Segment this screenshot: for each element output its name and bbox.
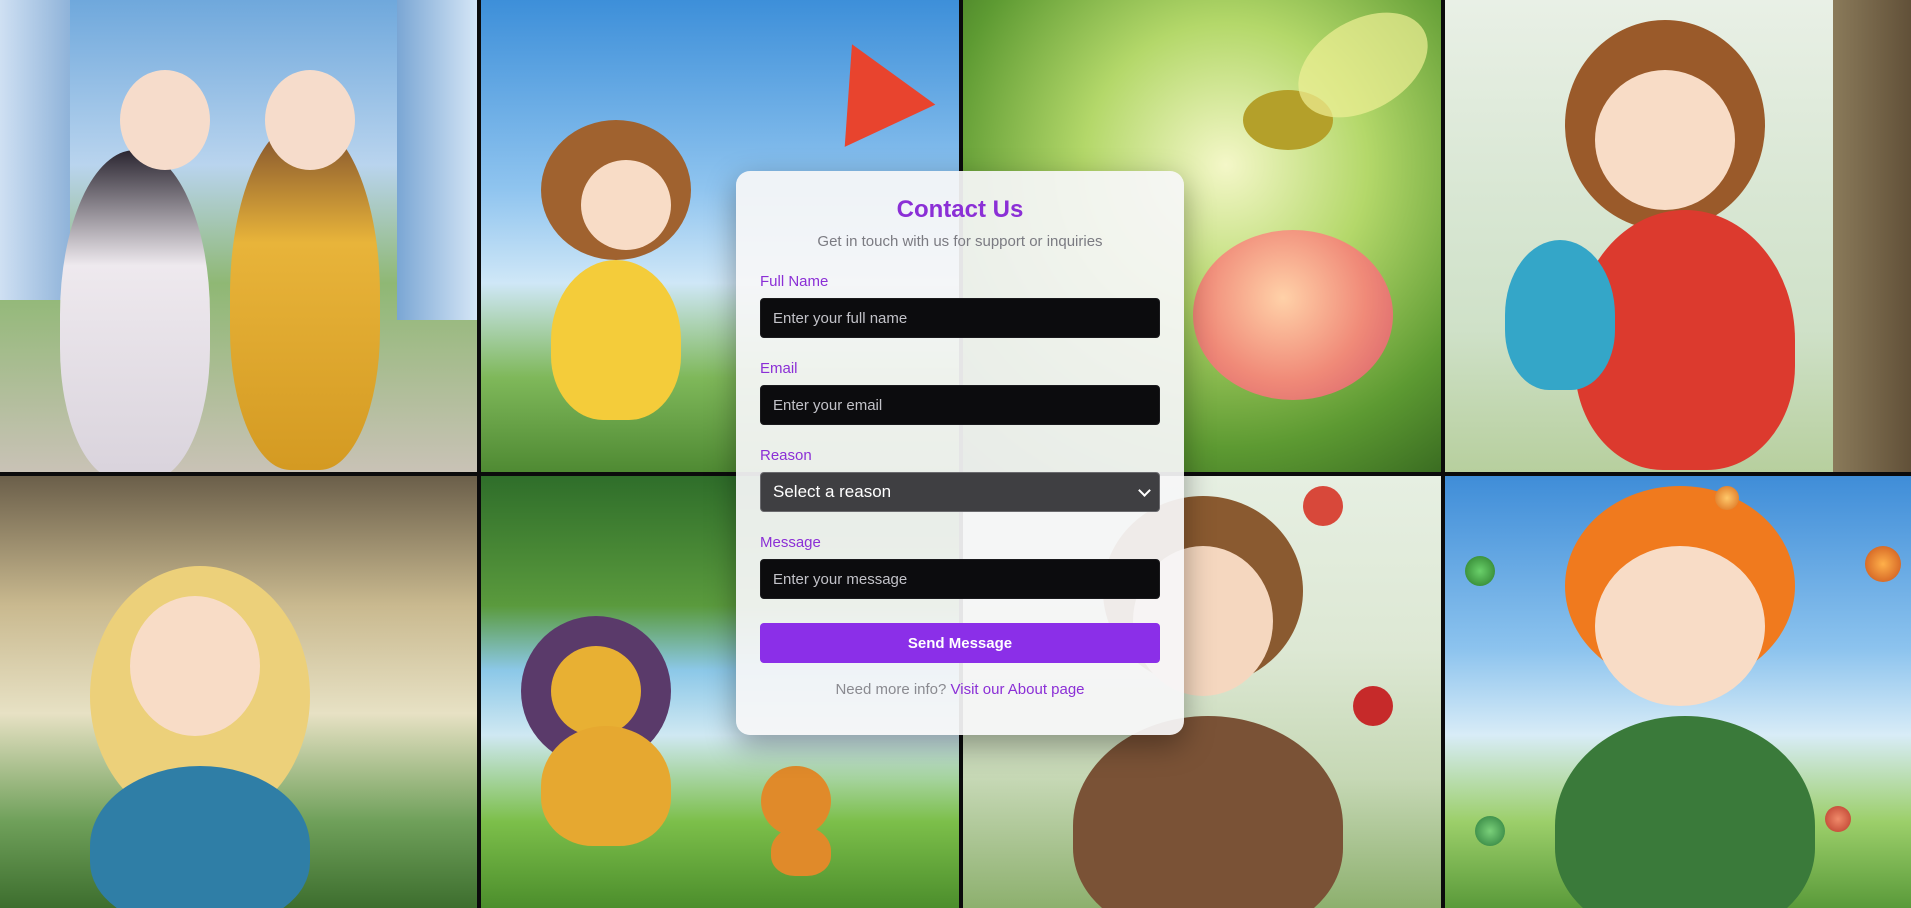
gallery-image-girl-bunny <box>1445 0 1911 472</box>
send-message-button[interactable]: Send Message <box>760 623 1160 663</box>
full-name-field-group: Full Name <box>760 273 1160 338</box>
message-label: Message <box>760 534 821 551</box>
footer-note: Need more info? Visit our About page <box>760 681 1160 699</box>
contact-form-card: Contact Us Get in touch with us for supp… <box>736 171 1184 735</box>
chevron-down-icon <box>1138 484 1151 497</box>
contact-subtitle: Get in touch with us for support or inqu… <box>817 233 1103 250</box>
email-field-group: Email <box>760 360 1160 425</box>
gallery-image-blonde-girl <box>0 476 477 908</box>
about-page-link[interactable]: Visit our About page <box>951 681 1085 698</box>
reason-selected-value: Select a reason <box>773 482 892 501</box>
email-label: Email <box>760 360 798 377</box>
reason-select[interactable]: Select a reason <box>760 472 1160 512</box>
full-name-input[interactable] <box>760 298 1160 338</box>
reason-label: Reason <box>760 447 812 464</box>
reason-field-group: Reason Select a reason <box>760 447 1160 512</box>
gallery-image-two-girls <box>0 0 477 472</box>
email-input[interactable] <box>760 385 1160 425</box>
message-field-group: Message <box>760 534 1160 599</box>
gallery-image-boy-bubbles <box>1445 476 1911 908</box>
full-name-label: Full Name <box>760 273 829 290</box>
message-input[interactable] <box>760 559 1160 599</box>
contact-title: Contact Us <box>896 196 1024 223</box>
footer-text: Need more info? <box>835 681 947 698</box>
